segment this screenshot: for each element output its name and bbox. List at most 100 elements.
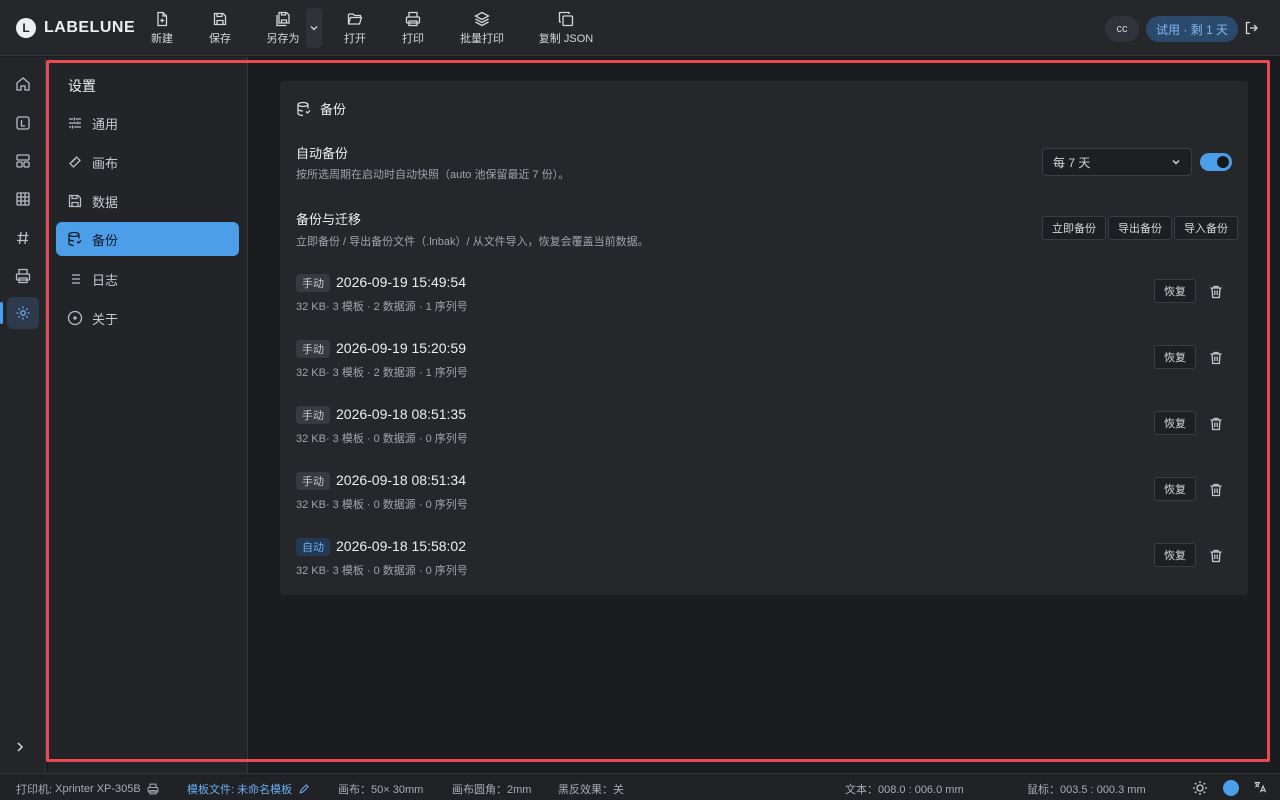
chevron-down-icon xyxy=(310,26,318,31)
logout-icon[interactable] xyxy=(1244,20,1260,36)
copy-json-label: 复制 JSON xyxy=(538,32,594,45)
backup-meta: 32 KB· 3 模板 · 2 数据源 · 1 序列号 xyxy=(296,367,468,379)
trash-icon[interactable] xyxy=(1208,416,1224,432)
status-printer: 打印机: Xprinter XP-305B xyxy=(16,781,159,797)
database-backup-icon xyxy=(68,231,82,247)
rail-labels[interactable] xyxy=(7,107,39,139)
chevron-right-icon[interactable] xyxy=(14,741,26,753)
rail-table[interactable] xyxy=(7,183,39,215)
auto-backup-toggle[interactable] xyxy=(1200,153,1232,171)
save-as-dropdown[interactable] xyxy=(306,8,322,48)
backup-tag: 手动 xyxy=(296,406,330,424)
copy-json-button[interactable]: 复制 JSON xyxy=(538,8,594,48)
nav-item-general[interactable]: 通用 xyxy=(56,106,239,140)
settings-sidebar: 设置 通用 画布 数据 备份 日志 关于 xyxy=(48,57,248,773)
left-rail xyxy=(0,57,46,773)
trash-icon[interactable] xyxy=(1208,548,1224,564)
backup-meta: 32 KB· 3 模板 · 0 数据源 · 0 序列号 xyxy=(296,433,468,445)
rail-active-indicator xyxy=(0,302,3,324)
print-button[interactable]: 打印 xyxy=(401,8,425,48)
backup-entry: 自动 2026-09-18 15:58:02 32 KB· 3 模板 · 0 数… xyxy=(296,531,1232,581)
import-backup-button[interactable]: 导入备份 xyxy=(1174,216,1238,240)
backup-time: 2026-09-18 08:51:35 xyxy=(336,406,466,422)
nav-item-log[interactable]: 日志 xyxy=(56,262,239,296)
hash-icon xyxy=(17,231,29,245)
layers-icon xyxy=(474,11,490,26)
backup-panel: 备份 自动备份 按所选周期在启动时自动快照（auto 池保留最近 7 份）。 每… xyxy=(280,81,1248,595)
nav-label-data: 数据 xyxy=(92,194,119,210)
settings-title: 设置 xyxy=(68,78,96,94)
backup-migrate-desc: 立即备份 / 导出备份文件（.lnbak）/ 从文件导入，恢复会覆盖当前数据。 xyxy=(296,236,649,248)
print-label: 打印 xyxy=(402,32,424,45)
save-as-label: 另存为 xyxy=(266,32,300,45)
rail-printer[interactable] xyxy=(7,260,39,292)
new-file-icon xyxy=(157,11,168,26)
rail-settings[interactable] xyxy=(7,297,39,329)
rail-home[interactable] xyxy=(7,68,39,100)
status-bar: 打印机: Xprinter XP-305B 模板文件: 未命名模板 画布：50×… xyxy=(0,773,1280,800)
info-icon xyxy=(67,310,83,326)
backup-now-button[interactable]: 立即备份 xyxy=(1042,216,1106,240)
backup-migrate-title: 备份与迁移 xyxy=(296,212,362,227)
batch-print-label: 批量打印 xyxy=(460,32,504,45)
folder-open-icon xyxy=(347,12,363,25)
backup-meta: 32 KB· 3 模板 · 0 数据源 · 0 序列号 xyxy=(296,565,468,577)
batch-print-button[interactable]: 批量打印 xyxy=(459,8,505,48)
trash-icon[interactable] xyxy=(1208,482,1224,498)
backup-entry: 手动 2026-09-19 15:20:59 32 KB· 3 模板 · 2 数… xyxy=(296,333,1232,383)
logo-mark: L xyxy=(16,17,36,38)
save-label: 保存 xyxy=(209,32,231,45)
backup-meta: 32 KB· 3 模板 · 0 数据源 · 0 序列号 xyxy=(296,499,468,511)
status-invert: 黑反效果：关 xyxy=(558,784,624,796)
backup-interval-value: 每 7 天 xyxy=(1053,155,1091,170)
nav-item-about[interactable]: 关于 xyxy=(56,301,239,335)
template-label: 模板文件: xyxy=(187,784,235,796)
accent-color-dot[interactable] xyxy=(1223,780,1239,796)
app-name: LABELUNE xyxy=(44,18,136,36)
status-canvas: 画布：50× 30mm xyxy=(338,784,424,796)
nav-label-canvas: 画布 xyxy=(92,155,119,171)
auto-backup-desc: 按所选周期在启动时自动快照（auto 池保留最近 7 份）。 xyxy=(296,169,570,181)
save-as-button[interactable]: 另存为 xyxy=(264,8,302,48)
trash-icon[interactable] xyxy=(1208,350,1224,366)
user-avatar[interactable]: cc xyxy=(1105,16,1139,42)
trash-icon[interactable] xyxy=(1208,284,1224,300)
nav-label-general: 通用 xyxy=(92,116,119,132)
backup-entry: 手动 2026-09-19 15:49:54 32 KB· 3 模板 · 2 数… xyxy=(296,267,1232,317)
nav-label-log: 日志 xyxy=(92,272,119,288)
restore-button[interactable]: 恢复 xyxy=(1154,543,1196,567)
template-name[interactable]: 未命名模板 xyxy=(237,781,292,797)
sun-icon[interactable] xyxy=(1192,780,1208,796)
restore-button[interactable]: 恢复 xyxy=(1154,345,1196,369)
backup-tag: 手动 xyxy=(296,274,330,292)
backup-section-title: 备份 xyxy=(320,102,347,117)
ruler-icon xyxy=(69,156,81,168)
floppy-icon xyxy=(68,194,82,208)
rail-layout[interactable] xyxy=(7,145,39,177)
save-button[interactable]: 保存 xyxy=(207,8,233,48)
nav-item-data[interactable]: 数据 xyxy=(56,184,239,218)
printer-icon[interactable] xyxy=(147,783,159,795)
printer-icon xyxy=(405,11,421,26)
auto-backup-title: 自动备份 xyxy=(296,146,349,161)
nav-item-canvas[interactable]: 画布 xyxy=(56,145,239,179)
new-button[interactable]: 新建 xyxy=(149,8,175,48)
status-text-pos: 文本：008.0 : 006.0 mm xyxy=(845,784,964,796)
backup-meta: 32 KB· 3 模板 · 2 数据源 · 1 序列号 xyxy=(296,301,468,313)
pencil-icon[interactable] xyxy=(298,783,310,795)
trial-badge[interactable]: 试用 · 剩 1 天 xyxy=(1146,16,1239,42)
copy-icon xyxy=(558,11,574,26)
restore-button[interactable]: 恢复 xyxy=(1154,477,1196,501)
restore-button[interactable]: 恢复 xyxy=(1154,279,1196,303)
status-template: 模板文件: 未命名模板 xyxy=(187,781,310,797)
open-button[interactable]: 打开 xyxy=(343,8,367,48)
restore-button[interactable]: 恢复 xyxy=(1154,411,1196,435)
nav-item-backup[interactable]: 备份 xyxy=(56,222,239,256)
export-backup-button[interactable]: 导出备份 xyxy=(1108,216,1172,240)
nav-label-backup: 备份 xyxy=(92,232,119,248)
language-icon[interactable] xyxy=(1253,780,1267,794)
status-mouse-pos: 鼠标：003.5 : 000.3 mm xyxy=(1027,784,1146,796)
rail-serial[interactable] xyxy=(7,222,39,254)
backup-interval-select[interactable]: 每 7 天 xyxy=(1042,148,1192,176)
new-label: 新建 xyxy=(151,32,173,45)
